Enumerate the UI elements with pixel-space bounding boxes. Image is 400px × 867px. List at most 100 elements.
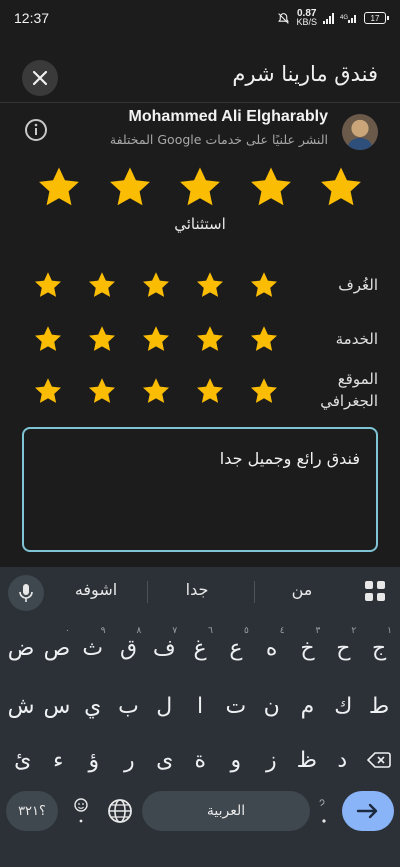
star-icon[interactable]	[248, 164, 294, 210]
keyboard-key[interactable]: ا	[182, 683, 218, 729]
suggestion-1[interactable]: من	[257, 580, 347, 599]
key-label: خ	[300, 635, 315, 661]
star-icon[interactable]	[36, 164, 82, 210]
review-text: فندق رائع وجميل جدا	[219, 449, 360, 468]
keyboard-key[interactable]: ع٥	[218, 625, 254, 671]
user-name: Mohammed Ali Elgharably	[128, 108, 328, 125]
status-icons: 0.87 KB/S 4G 17	[277, 9, 389, 27]
keyboard-key[interactable]: ك	[325, 683, 361, 729]
punctuation-key[interactable]	[312, 793, 336, 829]
key-label: ى	[156, 747, 174, 773]
suggestion-bar: اشوفه جدا من	[0, 567, 400, 615]
star-icon[interactable]	[249, 270, 279, 300]
star-icon[interactable]	[195, 324, 225, 354]
keyboard-key[interactable]: ل	[146, 683, 182, 729]
mic-button[interactable]	[8, 575, 44, 611]
emoji-icon[interactable]	[70, 793, 92, 829]
key-label: ف	[152, 635, 176, 661]
key-hint: ٣	[315, 626, 321, 636]
category-label-rooms: الغُرف	[338, 276, 378, 294]
key-row-1: ج١ح٢خ٣ه٤ع٥غ٦ف٧ق٨ث٩ص٠ض	[0, 625, 400, 675]
keyboard-key[interactable]: ج١	[361, 625, 397, 671]
overall-rating-stars	[36, 164, 364, 210]
star-icon[interactable]	[33, 324, 63, 354]
keyboard-key[interactable]: ء	[41, 737, 77, 783]
suggestion-3[interactable]: اشوفه	[51, 580, 141, 599]
key-label: ط	[368, 693, 390, 719]
keyboard-key[interactable]: ر	[112, 737, 148, 783]
info-icon[interactable]	[24, 118, 48, 142]
location-stars	[33, 376, 279, 406]
keyboard-key[interactable]: ن	[254, 683, 290, 729]
space-key[interactable]: العربية	[142, 791, 310, 831]
key-label: ت	[225, 693, 247, 719]
key-label: ز	[265, 747, 277, 773]
star-icon[interactable]	[141, 270, 171, 300]
star-icon[interactable]	[107, 164, 153, 210]
key-label: ث	[82, 635, 104, 661]
key-label: ا	[197, 693, 204, 719]
backspace-key[interactable]	[362, 737, 396, 783]
keyboard-key[interactable]: ش	[3, 683, 39, 729]
key-hint: ٤	[279, 626, 285, 636]
keyboard-key[interactable]: ي	[75, 683, 111, 729]
key-hint: ٢	[351, 626, 357, 636]
keyboard-key[interactable]: ث٩	[75, 625, 111, 671]
keyboard-key[interactable]: م	[290, 683, 326, 729]
keyboard-key[interactable]: ب	[111, 683, 147, 729]
keyboard-key[interactable]: ؤ	[76, 737, 112, 783]
keyboard-key[interactable]: ت	[218, 683, 254, 729]
keyboard-key[interactable]: خ٣	[290, 625, 326, 671]
keyboard-key[interactable]: ى	[147, 737, 183, 783]
globe-icon[interactable]	[106, 797, 134, 825]
keyboard-key[interactable]: ص٠	[39, 625, 75, 671]
keyboard-key[interactable]: ض	[3, 625, 39, 671]
star-icon[interactable]	[318, 164, 364, 210]
star-icon[interactable]	[249, 324, 279, 354]
enter-key[interactable]	[342, 791, 394, 831]
star-icon[interactable]	[87, 324, 117, 354]
star-icon[interactable]	[195, 376, 225, 406]
key-hint: ٧	[172, 626, 178, 636]
key-label: ي	[84, 693, 102, 719]
key-label: ك	[334, 693, 353, 719]
suggestion-2[interactable]: جدا	[152, 580, 242, 599]
star-icon[interactable]	[141, 324, 171, 354]
keyboard-key[interactable]: ح٢	[325, 625, 361, 671]
key-label: ص	[43, 635, 71, 661]
status-time: 12:37	[14, 10, 50, 26]
star-icon[interactable]	[33, 376, 63, 406]
key-label: ب	[118, 693, 139, 719]
category-label-location: الموقع الجغرافي	[320, 370, 378, 410]
review-textarea[interactable]: فندق رائع وجميل جدا	[22, 427, 378, 552]
key-label: ظ	[296, 747, 317, 773]
star-icon[interactable]	[141, 376, 171, 406]
keyboard-key[interactable]: ق٨	[111, 625, 147, 671]
keyboard-key[interactable]: ئ	[5, 737, 41, 783]
close-button[interactable]	[22, 60, 58, 96]
keyboard-key[interactable]: ة	[183, 737, 219, 783]
apps-grid-icon[interactable]	[364, 580, 386, 602]
key-label: ء	[53, 747, 64, 773]
keyboard-key[interactable]: ز	[254, 737, 290, 783]
keyboard-key[interactable]: ط	[361, 683, 397, 729]
category-row-service: الخدمة	[0, 312, 400, 366]
keyboard-key[interactable]: ف٧	[146, 625, 182, 671]
keyboard-key[interactable]: س	[39, 683, 75, 729]
enter-arrow-icon	[356, 803, 378, 819]
keyboard-key[interactable]: د	[325, 737, 361, 783]
key-hint: ٠	[64, 626, 70, 636]
punctuation-icon	[319, 799, 326, 823]
star-icon[interactable]	[195, 270, 225, 300]
keyboard-key[interactable]: غ٦	[182, 625, 218, 671]
star-icon[interactable]	[87, 270, 117, 300]
keyboard-key[interactable]: ظ	[289, 737, 325, 783]
star-icon[interactable]	[33, 270, 63, 300]
user-row: Mohammed Ali Elgharably النشر علنيًا على…	[0, 104, 400, 160]
star-icon[interactable]	[87, 376, 117, 406]
star-icon[interactable]	[249, 376, 279, 406]
keyboard-key[interactable]: و	[218, 737, 254, 783]
star-icon[interactable]	[177, 164, 223, 210]
keyboard-key[interactable]: ه٤	[254, 625, 290, 671]
symbols-key[interactable]: ؟٣٢١	[6, 791, 58, 831]
